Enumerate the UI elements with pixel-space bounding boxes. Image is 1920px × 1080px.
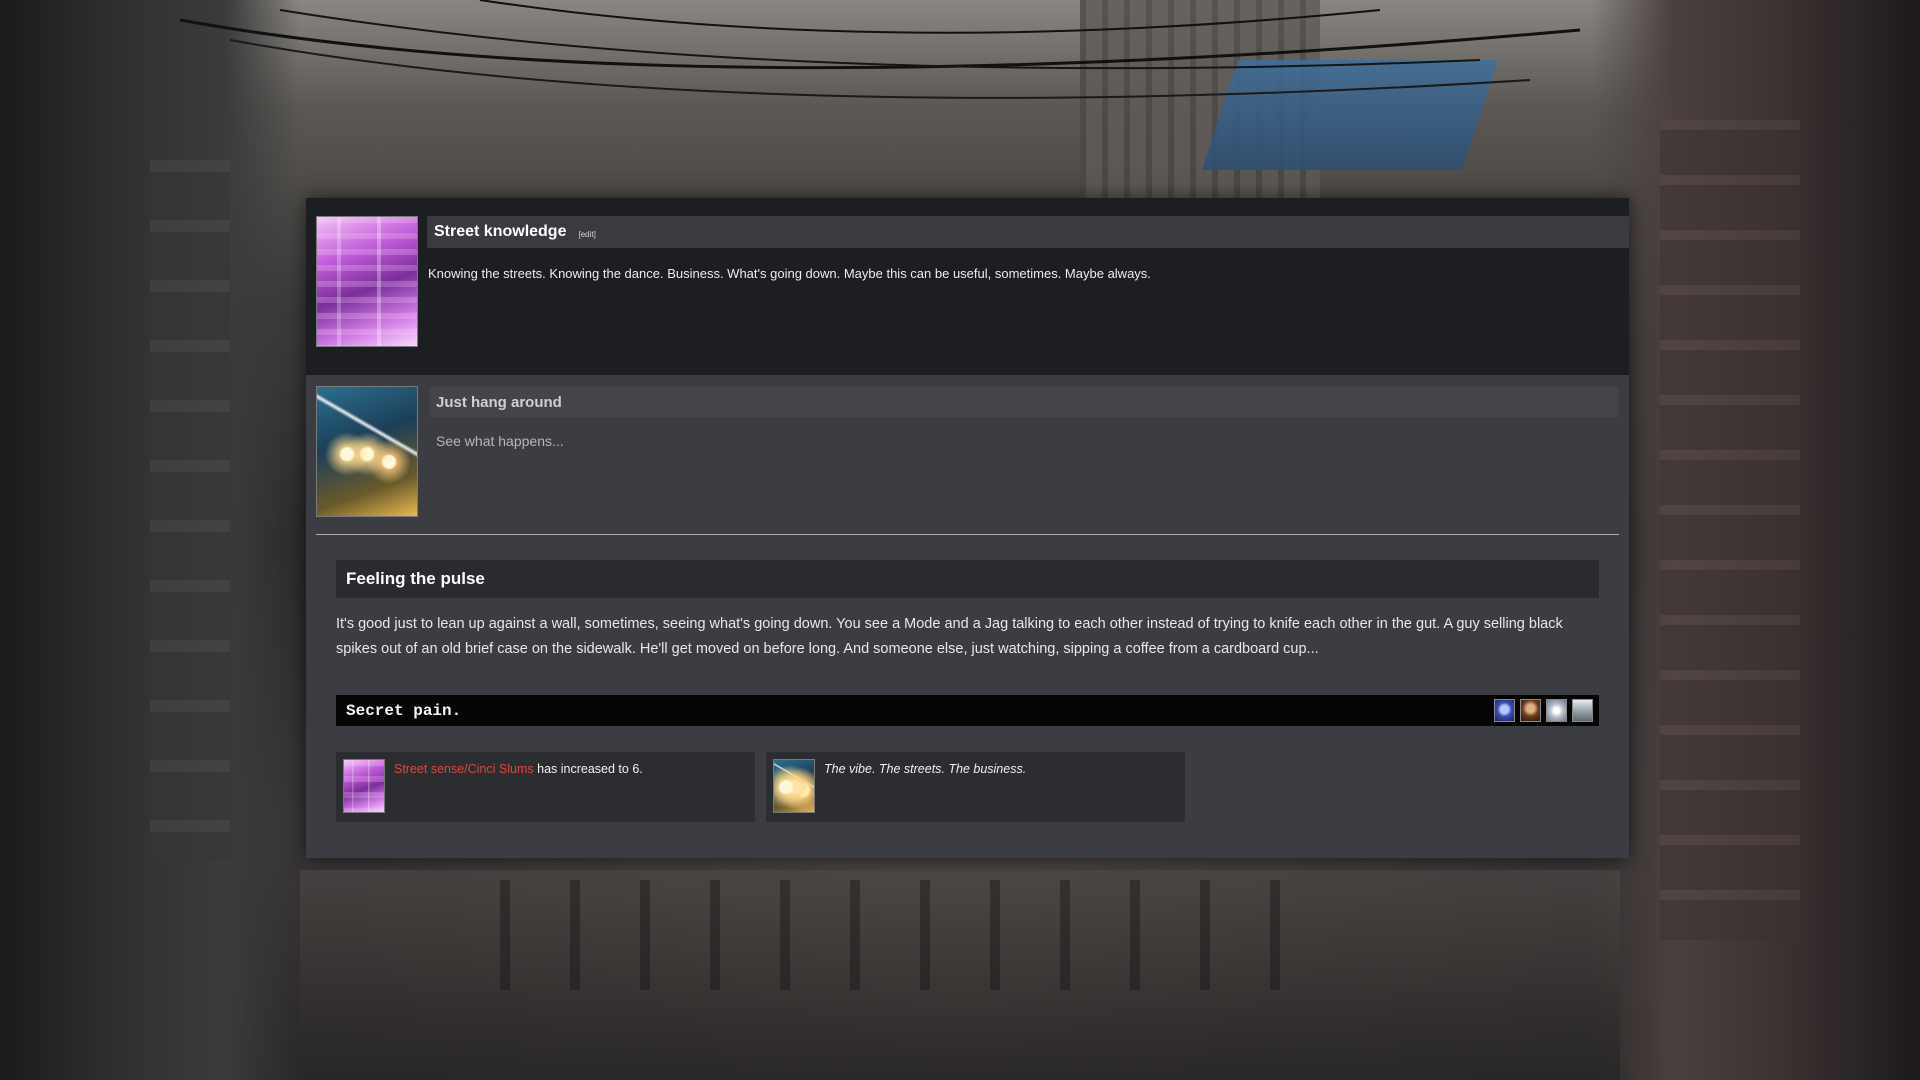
notice-message: has increased to 6.: [537, 762, 643, 776]
skill-header: Street knowledge [edit]: [427, 216, 1629, 248]
quality-link[interactable]: Street sense/Cinci Slums: [394, 762, 534, 776]
skill-title: Street knowledge: [434, 223, 567, 240]
notice-image: [343, 759, 385, 813]
background-power-lines: [180, 0, 1580, 99]
background-left-building: [0, 0, 300, 1080]
background-right-building: [1590, 0, 1920, 1080]
story-title: Feeling the pulse: [346, 569, 485, 588]
action-subtitle: See what happens...: [436, 433, 564, 449]
blue-orb-icon[interactable]: [1494, 699, 1515, 722]
notice-message: The vibe. The streets. The business.: [824, 762, 1027, 776]
secret-bar: Secret pain.: [336, 695, 1599, 726]
brown-figure-icon[interactable]: [1520, 699, 1541, 722]
secret-text: Secret pain.: [346, 701, 462, 720]
grey-card-icon[interactable]: [1572, 699, 1593, 722]
action-title: Just hang around: [436, 393, 562, 411]
story-header: Feeling the pulse: [336, 560, 1599, 598]
edit-link[interactable]: [edit]: [578, 230, 595, 239]
white-swirl-icon[interactable]: [1546, 699, 1567, 722]
background-crowd: [500, 880, 1300, 990]
skill-image: [316, 216, 418, 347]
notice-image: [773, 759, 815, 813]
section-divider: [316, 534, 1619, 535]
notice-skill-increase: Street sense/Cinci Slums has increased t…: [336, 752, 755, 822]
action-header: Just hang around: [430, 387, 1618, 417]
secret-icons: [1494, 699, 1593, 722]
notice-flavor: The vibe. The streets. The business.: [766, 752, 1185, 822]
story-text: It's good just to lean up against a wall…: [336, 616, 1563, 657]
skill-description: Knowing the streets. Knowing the dance. …: [428, 266, 1151, 281]
action-image: [316, 386, 418, 517]
notice-text: Street sense/Cinci Slums has increased t…: [394, 762, 643, 776]
